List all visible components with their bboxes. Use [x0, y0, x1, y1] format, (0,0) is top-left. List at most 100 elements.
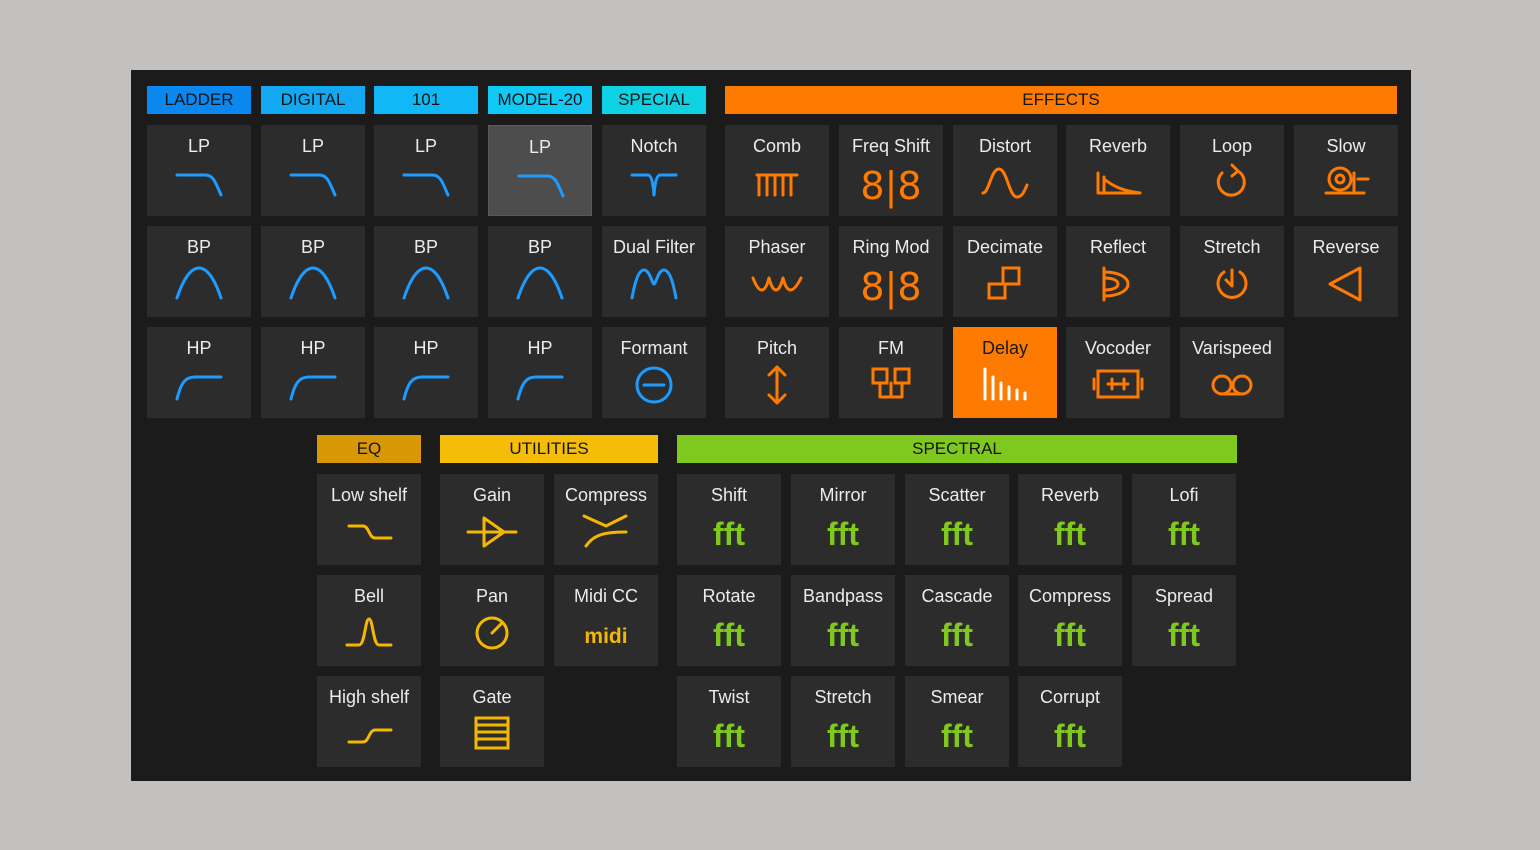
tile-label: Loop: [1211, 136, 1253, 156]
effect-tile-ring-mod[interactable]: Ring Mod 8|8: [839, 226, 943, 317]
tile-label: BP: [300, 237, 325, 257]
tile-label: Compress: [1028, 586, 1112, 606]
high-shelf-icon: [347, 728, 393, 744]
bandpass-filter-icon: [516, 266, 564, 300]
filter-tile-hp[interactable]: HP: [374, 327, 478, 418]
header-digital[interactable]: DIGITAL: [261, 86, 365, 114]
spectral-tile-mirror[interactable]: Mirror fft: [791, 474, 895, 565]
effect-tile-pitch[interactable]: Pitch: [725, 327, 829, 418]
tile-label: FM: [878, 338, 904, 358]
filter-tile-bp[interactable]: BP: [261, 226, 365, 317]
filter-tile-hp[interactable]: HP: [488, 327, 592, 418]
filter-tile-bp[interactable]: BP: [147, 226, 251, 317]
filter-tile-lp[interactable]: LP: [147, 125, 251, 216]
effect-tile-phaser[interactable]: Phaser: [725, 226, 829, 317]
tile-label: Decimate: [966, 237, 1044, 257]
effect-tile-stretch[interactable]: Stretch: [1180, 226, 1284, 317]
filter-tile-lp[interactable]: LP: [374, 125, 478, 216]
header-utilities[interactable]: UTILITIES: [440, 435, 658, 463]
spectral-tile-lofi[interactable]: Lofi fft: [1132, 474, 1236, 565]
fft-icon: fft: [713, 516, 745, 552]
distort-icon: [981, 167, 1029, 199]
fft-icon: fft: [1054, 516, 1086, 552]
header-effects[interactable]: EFFECTS: [725, 86, 1397, 114]
delay-icon: [983, 367, 1027, 401]
reverse-icon: [1328, 266, 1362, 302]
utility-tile-midi-cc[interactable]: Midi CC midi: [554, 575, 658, 666]
filter-tile-bp[interactable]: BP: [374, 226, 478, 317]
utility-tile-compress[interactable]: Compress: [554, 474, 658, 565]
header-ladder[interactable]: LADDER: [147, 86, 251, 114]
spectral-tile-shift[interactable]: Shift fft: [677, 474, 781, 565]
eq-tile-high-shelf[interactable]: High shelf: [317, 676, 421, 767]
filter-tile-hp[interactable]: HP: [261, 327, 365, 418]
freq-shift-icon: 8|8: [860, 164, 921, 209]
tile-label: Formant: [620, 338, 688, 358]
utility-tile-pan[interactable]: Pan: [440, 575, 544, 666]
tile-label: Reverb: [1088, 136, 1148, 156]
eq-tile-low-shelf[interactable]: Low shelf: [317, 474, 421, 565]
fft-icon: fft: [827, 718, 859, 754]
tile-label: Compress: [564, 485, 648, 505]
filter-tile-bp[interactable]: BP: [488, 226, 592, 317]
spectral-tile-rotate[interactable]: Rotate fft: [677, 575, 781, 666]
tile-label: Vocoder: [1084, 338, 1152, 358]
spectral-tile-compress[interactable]: Compress fft: [1018, 575, 1122, 666]
effect-tile-fm[interactable]: FM: [839, 327, 943, 418]
eq-tile-bell[interactable]: Bell: [317, 575, 421, 666]
tile-label: BP: [413, 237, 438, 257]
filter-tile-notch[interactable]: Notch: [602, 125, 706, 216]
effect-tile-freq-shift[interactable]: Freq Shift 8|8: [839, 125, 943, 216]
tile-label: Bell: [353, 586, 384, 606]
header-model-20[interactable]: MODEL-20: [488, 86, 592, 114]
spectral-tile-cascade[interactable]: Cascade fft: [905, 575, 1009, 666]
effect-tile-reflect[interactable]: Reflect: [1066, 226, 1170, 317]
svg-text:8|8: 8|8: [860, 164, 921, 209]
filter-tile-lp[interactable]: LP: [261, 125, 365, 216]
tile-label: Pitch: [756, 338, 798, 358]
header-101[interactable]: 101: [374, 86, 478, 114]
tile-label: Midi CC: [573, 586, 638, 606]
effect-tile-comb[interactable]: Comb: [725, 125, 829, 216]
fft-icon: fft: [713, 718, 745, 754]
spectral-tile-bandpass[interactable]: Bandpass fft: [791, 575, 895, 666]
effect-tile-delay[interactable]: Delay: [953, 327, 1057, 418]
header-eq[interactable]: EQ: [317, 435, 421, 463]
tile-label: Gate: [472, 687, 512, 707]
spectral-tile-smear[interactable]: Smear fft: [905, 676, 1009, 767]
effect-tile-distort[interactable]: Distort: [953, 125, 1057, 216]
utility-tile-gain[interactable]: Gain: [440, 474, 544, 565]
filter-tile-hp[interactable]: HP: [147, 327, 251, 418]
effect-tile-varispeed[interactable]: Varispeed: [1180, 327, 1284, 418]
effect-tile-slow[interactable]: Slow: [1294, 125, 1398, 216]
fft-icon: fft: [713, 617, 745, 653]
filter-tile-dual-filter[interactable]: Dual Filter: [602, 226, 706, 317]
spectral-tile-spread[interactable]: Spread fft: [1132, 575, 1236, 666]
utility-tile-gate[interactable]: Gate: [440, 676, 544, 767]
spectral-tile-scatter[interactable]: Scatter fft: [905, 474, 1009, 565]
spectral-tile-twist[interactable]: Twist fft: [677, 676, 781, 767]
spectral-tile-reverb[interactable]: Reverb fft: [1018, 474, 1122, 565]
highpass-filter-icon: [516, 375, 564, 401]
tile-label: Stretch: [814, 687, 872, 707]
effect-tile-loop[interactable]: Loop: [1180, 125, 1284, 216]
effect-tile-reverse[interactable]: Reverse: [1294, 226, 1398, 317]
effect-tile-decimate[interactable]: Decimate: [953, 226, 1057, 317]
fft-icon: fft: [1168, 516, 1200, 552]
spectral-tile-stretch[interactable]: Stretch fft: [791, 676, 895, 767]
lowpass-filter-icon: [517, 174, 565, 198]
filter-tile-lp[interactable]: LP: [488, 125, 592, 216]
gain-icon: [466, 516, 518, 548]
phaser-icon: [751, 276, 803, 292]
spectral-tile-corrupt[interactable]: Corrupt fft: [1018, 676, 1122, 767]
filter-tile-formant[interactable]: Formant: [602, 327, 706, 418]
tile-label: HP: [186, 338, 212, 358]
effect-tile-reverb[interactable]: Reverb: [1066, 125, 1170, 216]
tile-label: Bandpass: [802, 586, 884, 606]
fft-icon: fft: [1054, 617, 1086, 653]
header-spectral[interactable]: SPECTRAL: [677, 435, 1237, 463]
ring-mod-icon: 8|8: [860, 265, 921, 310]
effect-tile-vocoder[interactable]: Vocoder: [1066, 327, 1170, 418]
bandpass-filter-icon: [402, 266, 450, 300]
header-special[interactable]: SPECIAL: [602, 86, 706, 114]
